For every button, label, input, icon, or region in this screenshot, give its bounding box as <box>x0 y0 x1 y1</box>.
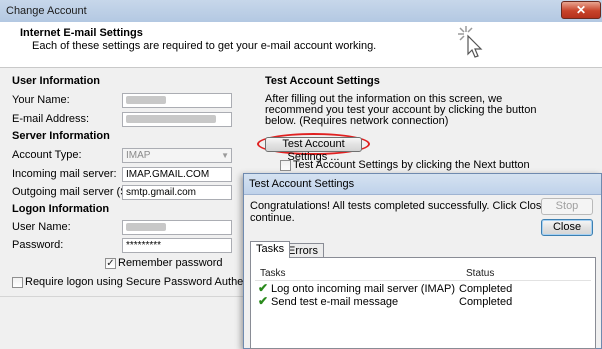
password-field[interactable]: ********* <box>122 238 232 253</box>
status-column-header: Status <box>466 268 495 279</box>
username-label: User Name: <box>12 221 71 233</box>
close-icon: ✕ <box>575 3 587 17</box>
logon-info-heading: Logon Information <box>12 203 110 215</box>
dialog-titlebar[interactable]: Test Account Settings <box>244 174 601 195</box>
checkmark-icon: ✔ <box>258 281 269 295</box>
test-description-line3: below. (Requires network connection) <box>265 115 449 127</box>
task-status: Completed <box>459 283 513 295</box>
user-info-heading: User Information <box>12 75 101 87</box>
tasks-column-header: Tasks <box>260 268 286 279</box>
chevron-down-icon: ▼ <box>221 151 229 160</box>
tab-tasks[interactable]: Tasks <box>250 241 291 258</box>
server-info-heading: Server Information <box>12 130 110 142</box>
checkmark-icon: ✔ <box>258 294 269 308</box>
header-subtitle: Each of these settings are required to g… <box>32 40 377 52</box>
checkmark-icon: ✓ <box>106 258 115 269</box>
window-titlebar[interactable]: Change Account ✕ <box>0 0 602 23</box>
test-settings-heading: Test Account Settings <box>265 75 380 87</box>
redacted-value <box>126 115 216 124</box>
task-name: Log onto incoming mail server (IMAP) <box>271 283 456 295</box>
dialog-title: Test Account Settings <box>249 178 355 190</box>
task-status: Completed <box>459 296 513 308</box>
window-title: Change Account <box>6 5 87 17</box>
incoming-server-field[interactable]: IMAP.GMAIL.COM <box>122 167 232 182</box>
spa-checkbox[interactable] <box>12 277 23 288</box>
test-on-next-label: Test Account Settings by clicking the Ne… <box>293 159 530 171</box>
close-window-button[interactable]: ✕ <box>561 1 601 19</box>
your-name-label: Your Name: <box>12 94 70 106</box>
stop-button[interactable]: Stop <box>541 198 593 215</box>
cursor-click-icon <box>458 26 483 58</box>
email-address-label: E-mail Address: <box>12 113 90 125</box>
test-account-settings-button[interactable]: Test Account Settings ... <box>265 137 362 163</box>
remember-password-label: Remember password <box>118 257 223 269</box>
password-label: Password: <box>12 239 64 251</box>
incoming-server-label: Incoming mail server: <box>12 168 117 180</box>
remember-password-checkbox[interactable]: ✓ <box>105 258 116 269</box>
task-name: Send test e-mail message <box>271 296 399 308</box>
header-divider <box>255 280 591 281</box>
table-row[interactable]: ✔ Send test e-mail message Completed <box>255 294 591 308</box>
test-on-next-checkbox[interactable] <box>280 160 291 171</box>
account-type-value: IMAP <box>126 150 151 161</box>
test-account-settings-dialog: Test Account Settings Congratulations! A… <box>243 173 602 349</box>
tasks-panel: Tasks Status ✔ Log onto incoming mail se… <box>250 257 596 349</box>
table-row[interactable]: ✔ Log onto incoming mail server (IMAP) C… <box>255 281 591 295</box>
your-name-field[interactable] <box>122 93 232 108</box>
account-type-select: IMAP ▼ <box>122 148 232 163</box>
account-type-label: Account Type: <box>12 149 82 161</box>
email-address-field[interactable] <box>122 112 232 127</box>
username-field[interactable] <box>122 220 232 235</box>
close-button[interactable]: Close <box>541 219 593 236</box>
redacted-value <box>126 223 166 232</box>
redacted-value <box>126 96 166 105</box>
header-title: Internet E-mail Settings <box>20 27 143 39</box>
outgoing-server-field[interactable]: smtp.gmail.com <box>122 185 232 200</box>
